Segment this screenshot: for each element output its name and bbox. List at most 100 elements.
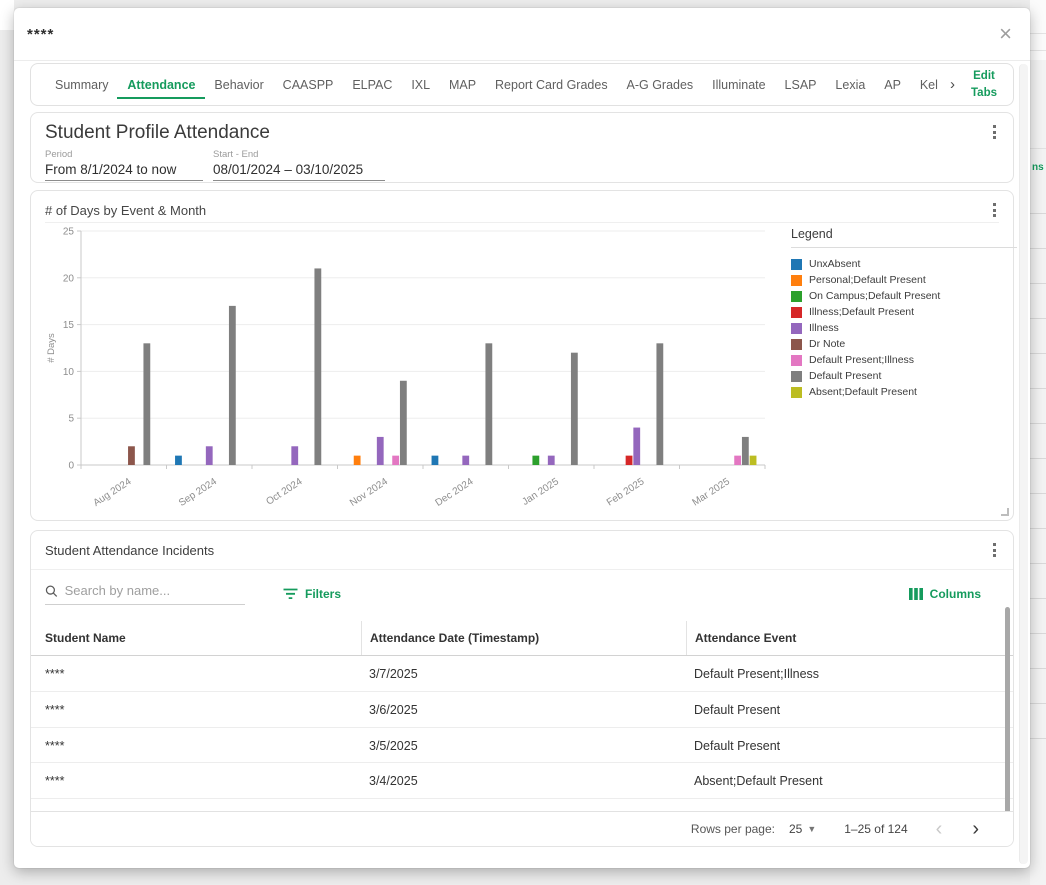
table-row[interactable]: ****3/7/2025Default Present;Illness xyxy=(31,656,1013,692)
columns-button[interactable]: Columns xyxy=(909,587,981,601)
tab-kel[interactable]: Kel xyxy=(918,64,940,105)
svg-text:Dec 2024: Dec 2024 xyxy=(433,476,475,509)
caret-down-icon: ▼ xyxy=(807,824,816,834)
background-right-strip: ns xyxy=(1030,0,1046,885)
legend-item-illness[interactable]: Illness xyxy=(791,320,1017,336)
columns-icon xyxy=(909,588,923,600)
filters-button[interactable]: Filters xyxy=(283,587,341,601)
rows-per-page-label: Rows per page: xyxy=(691,822,775,836)
previous-page-icon[interactable]: ‹ xyxy=(936,819,943,839)
chart-title: # of Days by Event & Month xyxy=(45,203,206,218)
filters-button-label: Filters xyxy=(305,587,341,601)
column-header-student-name[interactable]: Student Name xyxy=(31,621,361,655)
svg-text:Feb 2025: Feb 2025 xyxy=(605,476,647,508)
close-icon[interactable]: × xyxy=(999,24,1012,44)
background-header-fragment xyxy=(1030,0,1046,60)
tab-report-card-grades[interactable]: Report Card Grades xyxy=(493,64,610,105)
cell-student-name: **** xyxy=(31,656,361,691)
svg-text:Aug 2024: Aug 2024 xyxy=(91,476,133,509)
legend-item-label: UnxAbsent xyxy=(809,258,860,270)
chart-card-options-menu-icon[interactable] xyxy=(987,201,1001,219)
days-by-event-month-card: # of Days by Event & Month 0510152025Aug… xyxy=(30,190,1014,521)
legend-swatch-icon xyxy=(791,275,802,286)
legend-swatch-icon xyxy=(791,307,802,318)
tab-elpac[interactable]: ELPAC xyxy=(350,64,394,105)
legend-item-absent-default-present[interactable]: Absent;Default Present xyxy=(791,384,1017,400)
svg-text:10: 10 xyxy=(63,367,75,378)
rows-per-page-select[interactable]: 25 ▼ xyxy=(789,822,816,836)
legend-item-default-present-illness[interactable]: Default Present;Illness xyxy=(791,352,1017,368)
table-scrollbar[interactable] xyxy=(1005,607,1010,843)
svg-text:25: 25 xyxy=(63,227,75,238)
svg-text:20: 20 xyxy=(63,273,75,284)
svg-text:Mar 2025: Mar 2025 xyxy=(690,476,732,508)
search-box[interactable] xyxy=(45,583,245,605)
tab-ixl[interactable]: IXL xyxy=(409,64,432,105)
cell-student-name: **** xyxy=(31,692,361,727)
tab-map[interactable]: MAP xyxy=(447,64,478,105)
tab-ap[interactable]: AP xyxy=(882,64,903,105)
tab-a-g-grades[interactable]: A-G Grades xyxy=(625,64,696,105)
legend-swatch-icon xyxy=(791,323,802,334)
tab-caaspp[interactable]: CAASPP xyxy=(281,64,336,105)
start-end-field-label: Start - End xyxy=(213,149,385,160)
svg-text:Sep 2024: Sep 2024 xyxy=(177,476,219,509)
tab-behavior[interactable]: Behavior xyxy=(212,64,265,105)
tab-attendance[interactable]: Attendance xyxy=(125,64,197,105)
pagination-range: 1–25 of 124 xyxy=(844,822,907,836)
legend-item-label: Dr Note xyxy=(809,338,845,350)
table-row[interactable]: ****3/5/2025Default Present xyxy=(31,728,1013,764)
table-row[interactable]: ****3/4/2025Absent;Default Present xyxy=(31,763,1013,799)
legend-title: Legend xyxy=(791,227,1017,248)
chart-area: 0510152025Aug 2024Sep 2024Oct 2024Nov 20… xyxy=(45,225,999,517)
tab-lexia[interactable]: Lexia xyxy=(833,64,867,105)
column-header-attendance-date[interactable]: Attendance Date (Timestamp) xyxy=(361,621,686,655)
svg-text:0: 0 xyxy=(68,461,74,472)
legend-item-illness-default-present[interactable]: Illness;Default Present xyxy=(791,304,1017,320)
student-profile-modal: **** × Summary Attendance Behavior CAASPP EL… xyxy=(14,8,1030,868)
legend-item-dr-note[interactable]: Dr Note xyxy=(791,336,1017,352)
legend-swatch-icon xyxy=(791,371,802,382)
legend-items: UnxAbsent Personal;Default Present On Camp… xyxy=(791,256,1017,400)
background-green-text-fragment: ns xyxy=(1032,162,1046,173)
period-select[interactable]: From 8/1/2024 to now xyxy=(45,160,203,181)
column-header-attendance-event[interactable]: Attendance Event xyxy=(686,621,1013,655)
legend-item-default-present[interactable]: Default Present xyxy=(791,368,1017,384)
legend-swatch-icon xyxy=(791,259,802,270)
table-card-options-menu-icon[interactable] xyxy=(987,541,1001,559)
page-title: Student Profile Attendance xyxy=(45,122,999,144)
svg-text:15: 15 xyxy=(63,320,75,331)
cell-attendance-date: 3/6/2025 xyxy=(361,692,686,727)
cell-attendance-date: 3/7/2025 xyxy=(361,656,686,691)
svg-text:Jan 2025: Jan 2025 xyxy=(520,476,561,508)
legend-item-personal-default-present[interactable]: Personal;Default Present xyxy=(791,272,1017,288)
profile-card-options-menu-icon[interactable] xyxy=(987,123,1001,141)
table-body: ****3/7/2025Default Present;Illness****3… xyxy=(31,656,1013,835)
edit-tabs-button[interactable]: Edit Tabs xyxy=(969,68,999,101)
table-row[interactable]: ****3/6/2025Default Present xyxy=(31,692,1013,728)
search-icon xyxy=(45,584,58,598)
legend-item-unxabsent[interactable]: UnxAbsent xyxy=(791,256,1017,272)
student-attendance-incidents-card: Student Attendance Incidents xyxy=(30,530,1014,847)
svg-text:# Days: # Days xyxy=(46,333,57,363)
legend-item-label: On Campus;Default Present xyxy=(809,290,940,302)
start-end-date-input[interactable]: 08/01/2024 – 03/10/2025 xyxy=(213,160,385,181)
legend-item-on-campus-default-present[interactable]: On Campus;Default Present xyxy=(791,288,1017,304)
table-card-header: Student Attendance Incidents xyxy=(31,531,1013,569)
resize-handle-icon[interactable] xyxy=(1001,508,1009,516)
columns-button-label: Columns xyxy=(930,587,981,601)
tab-summary[interactable]: Summary xyxy=(53,64,110,105)
next-page-icon[interactable]: › xyxy=(972,819,979,839)
legend-item-label: Default Present;Illness xyxy=(809,354,914,366)
profile-tab-bar: Summary Attendance Behavior CAASPP ELPAC IXL M… xyxy=(30,63,1014,106)
cell-attendance-event: Default Present xyxy=(686,692,1013,727)
tabs-overflow-chevron-icon[interactable]: › xyxy=(950,77,955,92)
legend-item-label: Default Present xyxy=(809,370,881,382)
background-left-strip xyxy=(0,0,14,30)
search-input[interactable] xyxy=(65,583,245,598)
tab-lsap[interactable]: LSAP xyxy=(783,64,819,105)
cell-attendance-event: Default Present;Illness xyxy=(686,656,1013,691)
table-toolbar: Filters Columns xyxy=(31,570,1013,615)
legend-swatch-icon xyxy=(791,339,802,350)
tab-illuminate[interactable]: Illuminate xyxy=(710,64,768,105)
